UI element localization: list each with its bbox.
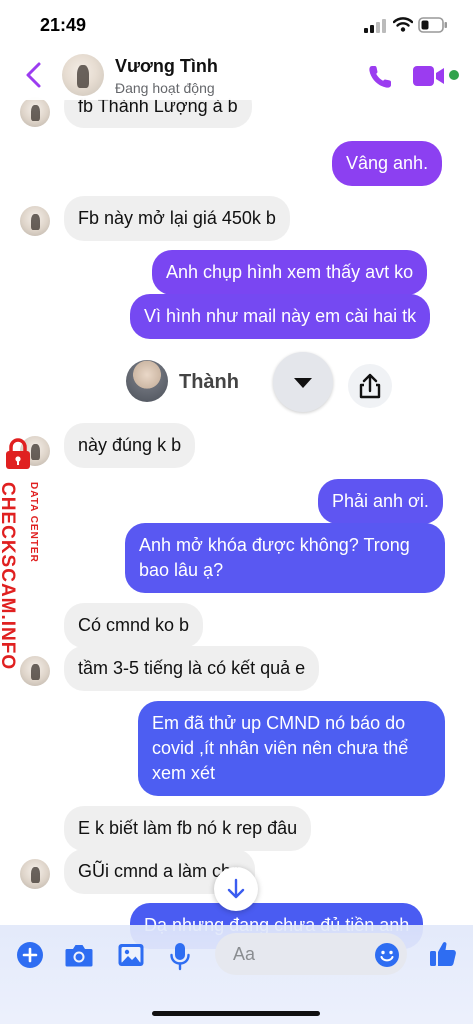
plus-icon[interactable] [16,941,44,969]
camera-icon[interactable] [64,941,94,969]
status-bar: 21:49 [0,0,473,50]
message-incoming[interactable]: Fb này mở lại giá 450k b [64,196,290,241]
shared-contact-avatar [126,360,168,402]
video-camera-icon[interactable] [412,65,446,87]
contact-avatar[interactable] [20,206,50,236]
chat-header: Vương Tình Đang hoạt động [0,50,473,100]
back-icon[interactable] [22,60,46,90]
message-composer: Aa [0,925,473,1024]
status-time: 21:49 [40,15,87,35]
header-avatar[interactable] [62,54,104,96]
caret-down-icon [294,378,312,388]
message-outgoing[interactable]: Anh chụp hình xem thấy avt ko [152,250,428,295]
contact-avatar[interactable] [20,859,50,889]
presence-status: Đang hoạt động [115,80,215,96]
lock-icon [6,438,30,469]
message-outgoing[interactable]: Em đã thử up CMND nó báo do covid ,ít nh… [138,701,445,796]
watermark-subtitle: DATA CENTER [28,482,39,563]
message-outgoing[interactable]: Anh mở khóa được không? Trong bao lâu ạ? [125,523,445,593]
message-incoming[interactable]: này đúng k b [64,423,196,468]
message-outgoing[interactable]: Vì hình như mail này em cài hai tk [130,294,431,339]
wifi-icon [393,17,413,32]
message-input-placeholder: Aa [233,944,256,964]
contact-avatar[interactable] [20,97,50,127]
message-outgoing[interactable]: Phải anh ơi. [318,479,443,524]
contact-name[interactable]: Vương Tình [115,56,218,77]
message-incoming[interactable]: Có cmnd ko b [64,603,204,648]
message-outgoing[interactable]: Vâng anh. [332,141,443,186]
battery-icon [418,17,447,33]
watermark-title: CHECKSCAM.INFO [0,482,18,671]
online-indicator [449,70,459,80]
image-gallery-icon[interactable] [117,941,145,969]
scroll-to-bottom-button[interactable] [214,867,258,911]
shared-contact-name: Thành [179,371,239,393]
microphone-icon[interactable] [168,941,192,971]
message-incoming[interactable]: tầm 3-5 tiếng là có kết quả e [64,646,320,691]
home-indicator [152,1011,320,1016]
message-incoming[interactable]: E k biết làm fb nó k rep đâu [64,806,312,851]
forward-button[interactable] [348,364,392,408]
expand-button[interactable] [273,352,333,412]
arrow-down-icon [227,878,245,899]
watermark: CHECKSCAM.INFO DATA CENTER [0,432,50,672]
share-icon [359,373,381,399]
emoji-icon[interactable] [374,942,400,968]
phone-icon[interactable] [366,63,394,91]
thumbs-up-icon[interactable] [428,939,458,969]
signal-icon [364,19,386,33]
